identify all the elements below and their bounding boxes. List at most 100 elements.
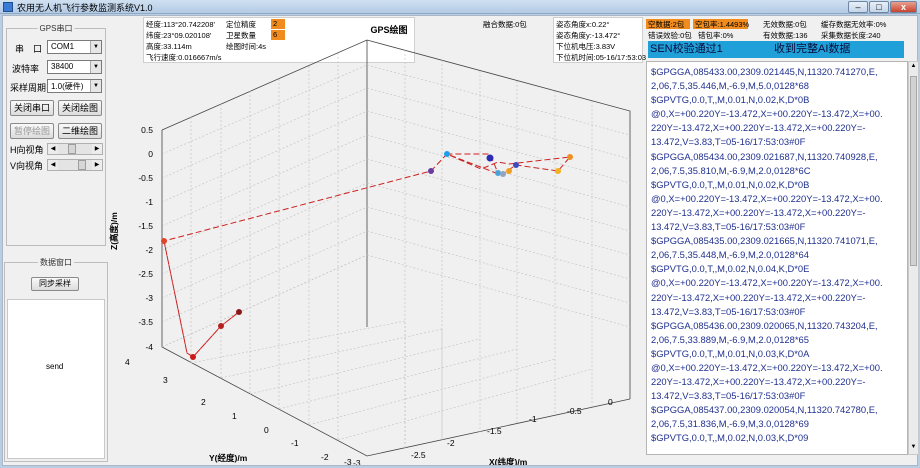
console-line: $GPGGA,085436.00,2309.020065,N,11320.743… xyxy=(651,319,878,331)
arrow-up-icon[interactable]: ▲ xyxy=(910,63,917,72)
z-tick: -1 xyxy=(145,197,153,207)
console-line: @0,X=+00.220Y=-13.472,X=+00.220Y=-13.472… xyxy=(651,361,883,373)
console-line: 2,06,7.5,35.446,M,-6.9,M,5.0,0128*68 xyxy=(651,80,809,92)
console-scrollbar-thumb[interactable] xyxy=(910,76,917,266)
title-bar: 农用无人机飞行参数监测系统V1.0 – □ x xyxy=(0,0,920,14)
flight-point xyxy=(218,323,224,329)
console-line: @0,X=+00.220Y=-13.472,X=+00.220Y=-13.472… xyxy=(651,108,883,120)
gps-3d-plot[interactable]: GPS绘图 0.5 0 -0.5 -1 -1.5 -2 -2.5 -3 -3.5… xyxy=(109,23,639,465)
console-line: @0,X=+00.220Y=-13.472,X=+00.220Y=-13.472… xyxy=(651,192,883,204)
console-line: $GPVTG,0.0,T,,M,0.01,N,0.03,K,D*0A xyxy=(651,347,810,359)
flight-point xyxy=(444,151,450,157)
h-view-label: H向视角 xyxy=(10,145,44,155)
console-line: 220Y=-13.472,X=+00.220Y=-13.472,X=+00.22… xyxy=(651,206,866,218)
z-tick: -3 xyxy=(145,293,153,303)
flight-point xyxy=(555,168,561,174)
y-tick: 1 xyxy=(232,411,237,421)
x-tick: -2.5 xyxy=(411,450,426,460)
console-line: $GPVTG,0.0,T,,M,0.02,N,0.03,K,D*09 xyxy=(651,432,809,444)
console-line: $GPGGA,085435.00,2309.021665,N,11320.741… xyxy=(651,235,878,247)
banner-left-text: SEN校验通过1 xyxy=(650,43,723,55)
console-line: $GPVTG,0.0,T,,M,0.01,N,0.02,K,D*0B xyxy=(651,94,810,106)
console-line: 2,06,7.5,35.810,M,-6.9,M,2.0,0128*6C xyxy=(651,164,811,176)
console-line: 220Y=-13.472,X=+00.220Y=-13.472,X=+00.22… xyxy=(651,376,866,388)
z-tick: -4 xyxy=(145,342,153,352)
console-line: 13.472,V=3.83,T=05-16/17:53:03#0F xyxy=(651,390,806,402)
period-select[interactable]: 1.0(硬件) ▼ xyxy=(47,79,102,93)
data-port-group-title: 数据窗口 xyxy=(38,257,74,268)
period-label: 采样周期 xyxy=(10,83,47,93)
console-line: 2,06,7.5,31.836,M,-6.9,M,3.0,0128*69 xyxy=(651,418,809,430)
z-tick: -2.5 xyxy=(138,269,153,279)
console-line: $GPGGA,085434.00,2309.021687,N,11320.740… xyxy=(651,150,878,162)
console-line: $GPGGA,085433.00,2309.021445,N,11320.741… xyxy=(651,66,878,77)
arrow-down-icon[interactable]: ▼ xyxy=(910,444,917,453)
plot-box xyxy=(161,39,631,457)
z-tick: 0 xyxy=(148,149,153,159)
flight-point xyxy=(506,168,512,174)
z-tick: -0.5 xyxy=(138,173,153,183)
flight-point xyxy=(236,309,242,315)
z-tick: -2 xyxy=(145,245,153,255)
arrow-right-icon[interactable]: ▶ xyxy=(92,144,102,154)
h-view-slider-thumb[interactable] xyxy=(68,144,76,154)
sync-sample-button[interactable]: 同步采样 xyxy=(31,277,79,291)
flight-point xyxy=(486,154,494,162)
null-packets-value: 空数据:2包 xyxy=(646,19,690,29)
plot-2d-button[interactable]: 二维绘图 xyxy=(58,123,102,139)
baud-select[interactable]: 38400 ▼ xyxy=(47,60,102,74)
y-tick: -2 xyxy=(321,452,329,462)
y-tick: 4 xyxy=(125,357,130,367)
console-line: 13.472,V=3.83,T=05-16/17:53:03#0F xyxy=(651,305,806,317)
console-line: $GPVTG,0.0,T,,M,0.01,N,0.02,K,D*0B xyxy=(651,178,810,190)
y-tick: 2 xyxy=(201,397,206,407)
z-tick: 0.5 xyxy=(141,125,153,135)
valid-count-value: 有效数据:136 xyxy=(763,31,808,40)
h-view-slider[interactable]: ◀ ▶ xyxy=(47,143,103,155)
gps-serial-group-title: GPS串口 xyxy=(37,23,75,34)
status-banner: SEN校验通过1 收到完整AI数据 xyxy=(648,41,904,58)
console-line: 2,06,7.5,33.889,M,-6.9,M,2.0,0128*65 xyxy=(651,333,809,345)
main-window: GPS串口 串 口 COM1 ▼ 波特率 38400 ▼ 采样周期 1.0(硬件… xyxy=(2,15,919,466)
arrow-left-icon[interactable]: ◀ xyxy=(48,144,58,154)
maximize-button[interactable]: □ xyxy=(869,1,889,13)
x-tick: -1 xyxy=(529,414,537,424)
y-axis-label: Y(经度)/m xyxy=(209,453,248,463)
console-line: 13.472,V=3.83,T=05-16/17:53:03#0F xyxy=(651,136,806,148)
console-line: 220Y=-13.472,X=+00.220Y=-13.472,X=+00.22… xyxy=(651,122,866,134)
y-ticks: 4 3 2 1 0 -1 -2 -3 xyxy=(125,357,352,465)
send-panel: send xyxy=(7,299,105,459)
y-tick: -3 xyxy=(344,457,352,465)
y-tick: 0 xyxy=(264,425,269,435)
chevron-down-icon: ▼ xyxy=(90,61,101,73)
console-scrollbar[interactable]: ▲ ▼ xyxy=(908,61,919,455)
plot-title: GPS绘图 xyxy=(370,24,407,35)
null-rate-value: 空包率:1.4493% xyxy=(693,19,750,29)
v-view-slider[interactable]: ◀ ▶ xyxy=(47,159,103,171)
x-tick: -3 xyxy=(353,458,361,465)
app-icon xyxy=(3,2,13,12)
flight-point xyxy=(567,154,573,160)
close-button[interactable]: x xyxy=(890,1,917,13)
baud-select-value: 38400 xyxy=(51,62,74,71)
banner-right-text: 收到完整AI数据 xyxy=(774,43,851,55)
minimize-button[interactable]: – xyxy=(848,1,868,13)
port-label: 串 口 xyxy=(15,44,43,54)
port-select[interactable]: COM1 ▼ xyxy=(47,40,102,54)
close-plot-button[interactable]: 关闭绘图 xyxy=(58,100,102,116)
v-view-slider-thumb[interactable] xyxy=(78,160,86,170)
plot-grid xyxy=(161,50,631,448)
arrow-left-icon[interactable]: ◀ xyxy=(48,160,58,170)
y-tick: -1 xyxy=(291,438,299,448)
invalid-packets-value: 无效数据:0包 xyxy=(763,20,807,29)
z-tick: -1.5 xyxy=(138,221,153,231)
data-log-console[interactable]: $GPGGA,085433.00,2309.021445,N,11320.741… xyxy=(646,61,908,455)
close-port-button[interactable]: 关闭串口 xyxy=(10,100,54,116)
x-tick: -1.5 xyxy=(487,426,502,436)
data-port-group: 数据窗口 同步采样 send xyxy=(4,257,108,462)
pause-plot-button[interactable]: 暂停绘图 xyxy=(10,123,54,139)
console-line: $GPVTG,0.0,T,,M,0.02,N,0.04,K,D*0E xyxy=(651,263,810,275)
error-rate-value: 错包率:0% xyxy=(698,31,734,40)
arrow-right-icon[interactable]: ▶ xyxy=(92,160,102,170)
chevron-down-icon: ▼ xyxy=(90,80,101,92)
